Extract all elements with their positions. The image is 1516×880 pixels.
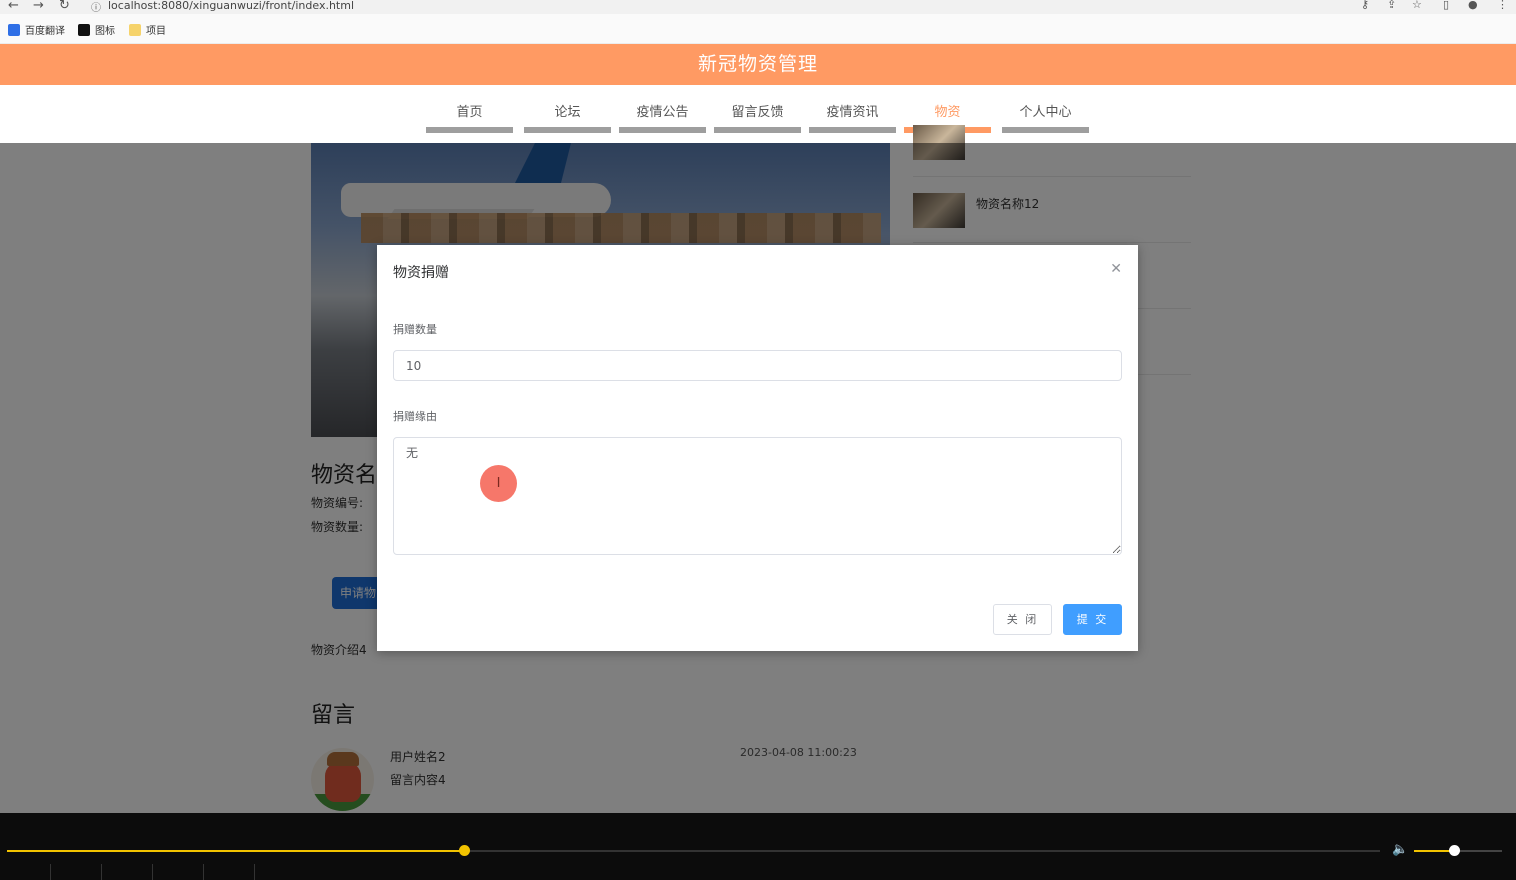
nav-label: 留言反馈: [731, 105, 784, 120]
site-header: 新冠物资管理: [0, 44, 1516, 85]
nav-label: 论坛: [554, 105, 581, 120]
nav-home[interactable]: 首页: [426, 101, 513, 133]
donation-dialog: 物资捐赠 ✕ 捐赠数量 捐赠缘由 无 关 闭 提 交: [377, 245, 1138, 651]
nav-underline: [809, 127, 896, 133]
player-control[interactable]: [0, 864, 51, 880]
nav-underline: [619, 127, 706, 133]
sidepanel-icon[interactable]: ▯: [1443, 0, 1449, 11]
volume-fill: [1414, 850, 1454, 852]
progress-fill: [7, 850, 465, 852]
video-player-bar: 🔈: [0, 813, 1516, 880]
reload-icon[interactable]: ↻: [59, 0, 70, 13]
share-icon[interactable]: ⇪: [1387, 0, 1396, 11]
translate-icon: [8, 23, 20, 36]
player-control[interactable]: [204, 864, 255, 880]
progress-track[interactable]: [7, 845, 1380, 856]
quantity-input[interactable]: [393, 350, 1122, 381]
bookmark-project[interactable]: 项目: [129, 22, 166, 37]
player-control[interactable]: [153, 864, 204, 880]
volume-icon[interactable]: 🔈: [1392, 842, 1408, 857]
volume-track[interactable]: [1414, 845, 1502, 856]
bookmark-icons[interactable]: 图标: [78, 22, 115, 37]
url-text[interactable]: localhost:8080/xinguanwuzi/front/index.h…: [108, 0, 354, 12]
nav-news[interactable]: 疫情资讯: [809, 101, 896, 133]
bookmark-label: 图标: [95, 26, 115, 37]
site-nav: 首页 论坛 疫情公告 留言反馈 疫情资讯 物资 个人中心: [0, 85, 1516, 143]
bookmark-label: 百度翻译: [25, 26, 65, 37]
menu-icon[interactable]: ⋮: [1497, 0, 1508, 11]
folder-icon: [129, 23, 141, 36]
bookmark-label: 项目: [146, 26, 166, 37]
bookmark-baidu-translate[interactable]: 百度翻译: [8, 22, 65, 37]
nav-feedback[interactable]: 留言反馈: [714, 101, 801, 133]
close-button[interactable]: 关 闭: [993, 604, 1052, 635]
forward-icon[interactable]: →: [33, 0, 44, 13]
profile-icon[interactable]: ●: [1468, 0, 1478, 11]
nav-label: 疫情资讯: [826, 105, 879, 120]
player-control[interactable]: [51, 864, 102, 880]
site-title: 新冠物资管理: [697, 53, 818, 75]
quantity-label: 捐赠数量: [393, 323, 437, 336]
volume-knob[interactable]: [1448, 845, 1460, 856]
nav-underline: [426, 127, 513, 133]
progress-knob[interactable]: [459, 845, 471, 856]
dialog-title: 物资捐赠: [393, 265, 449, 281]
submit-button[interactable]: 提 交: [1063, 604, 1122, 635]
text-cursor-icon: I: [480, 465, 517, 502]
nav-underline: [524, 127, 611, 133]
nav-notice[interactable]: 疫情公告: [619, 101, 706, 133]
site-info-icon[interactable]: ⓘ: [91, 0, 101, 14]
browser-address-bar: ← → ↻ ⓘ localhost:8080/xinguanwuzi/front…: [0, 0, 1516, 14]
star-icon[interactable]: ☆: [1412, 0, 1422, 11]
nav-label: 疫情公告: [636, 105, 689, 120]
nav-forum[interactable]: 论坛: [524, 101, 611, 133]
player-control[interactable]: [102, 864, 153, 880]
nav-label: 首页: [456, 105, 483, 120]
reason-label: 捐赠缘由: [393, 410, 437, 423]
close-icon[interactable]: ✕: [1110, 261, 1122, 277]
icon-site-icon: [78, 23, 90, 36]
player-controls: [0, 864, 260, 880]
back-icon[interactable]: ←: [8, 0, 19, 13]
nav-underline: [714, 127, 801, 133]
key-icon[interactable]: ⚷: [1361, 0, 1369, 11]
bookmarks-bar: 百度翻译 图标 项目: [0, 14, 1516, 44]
